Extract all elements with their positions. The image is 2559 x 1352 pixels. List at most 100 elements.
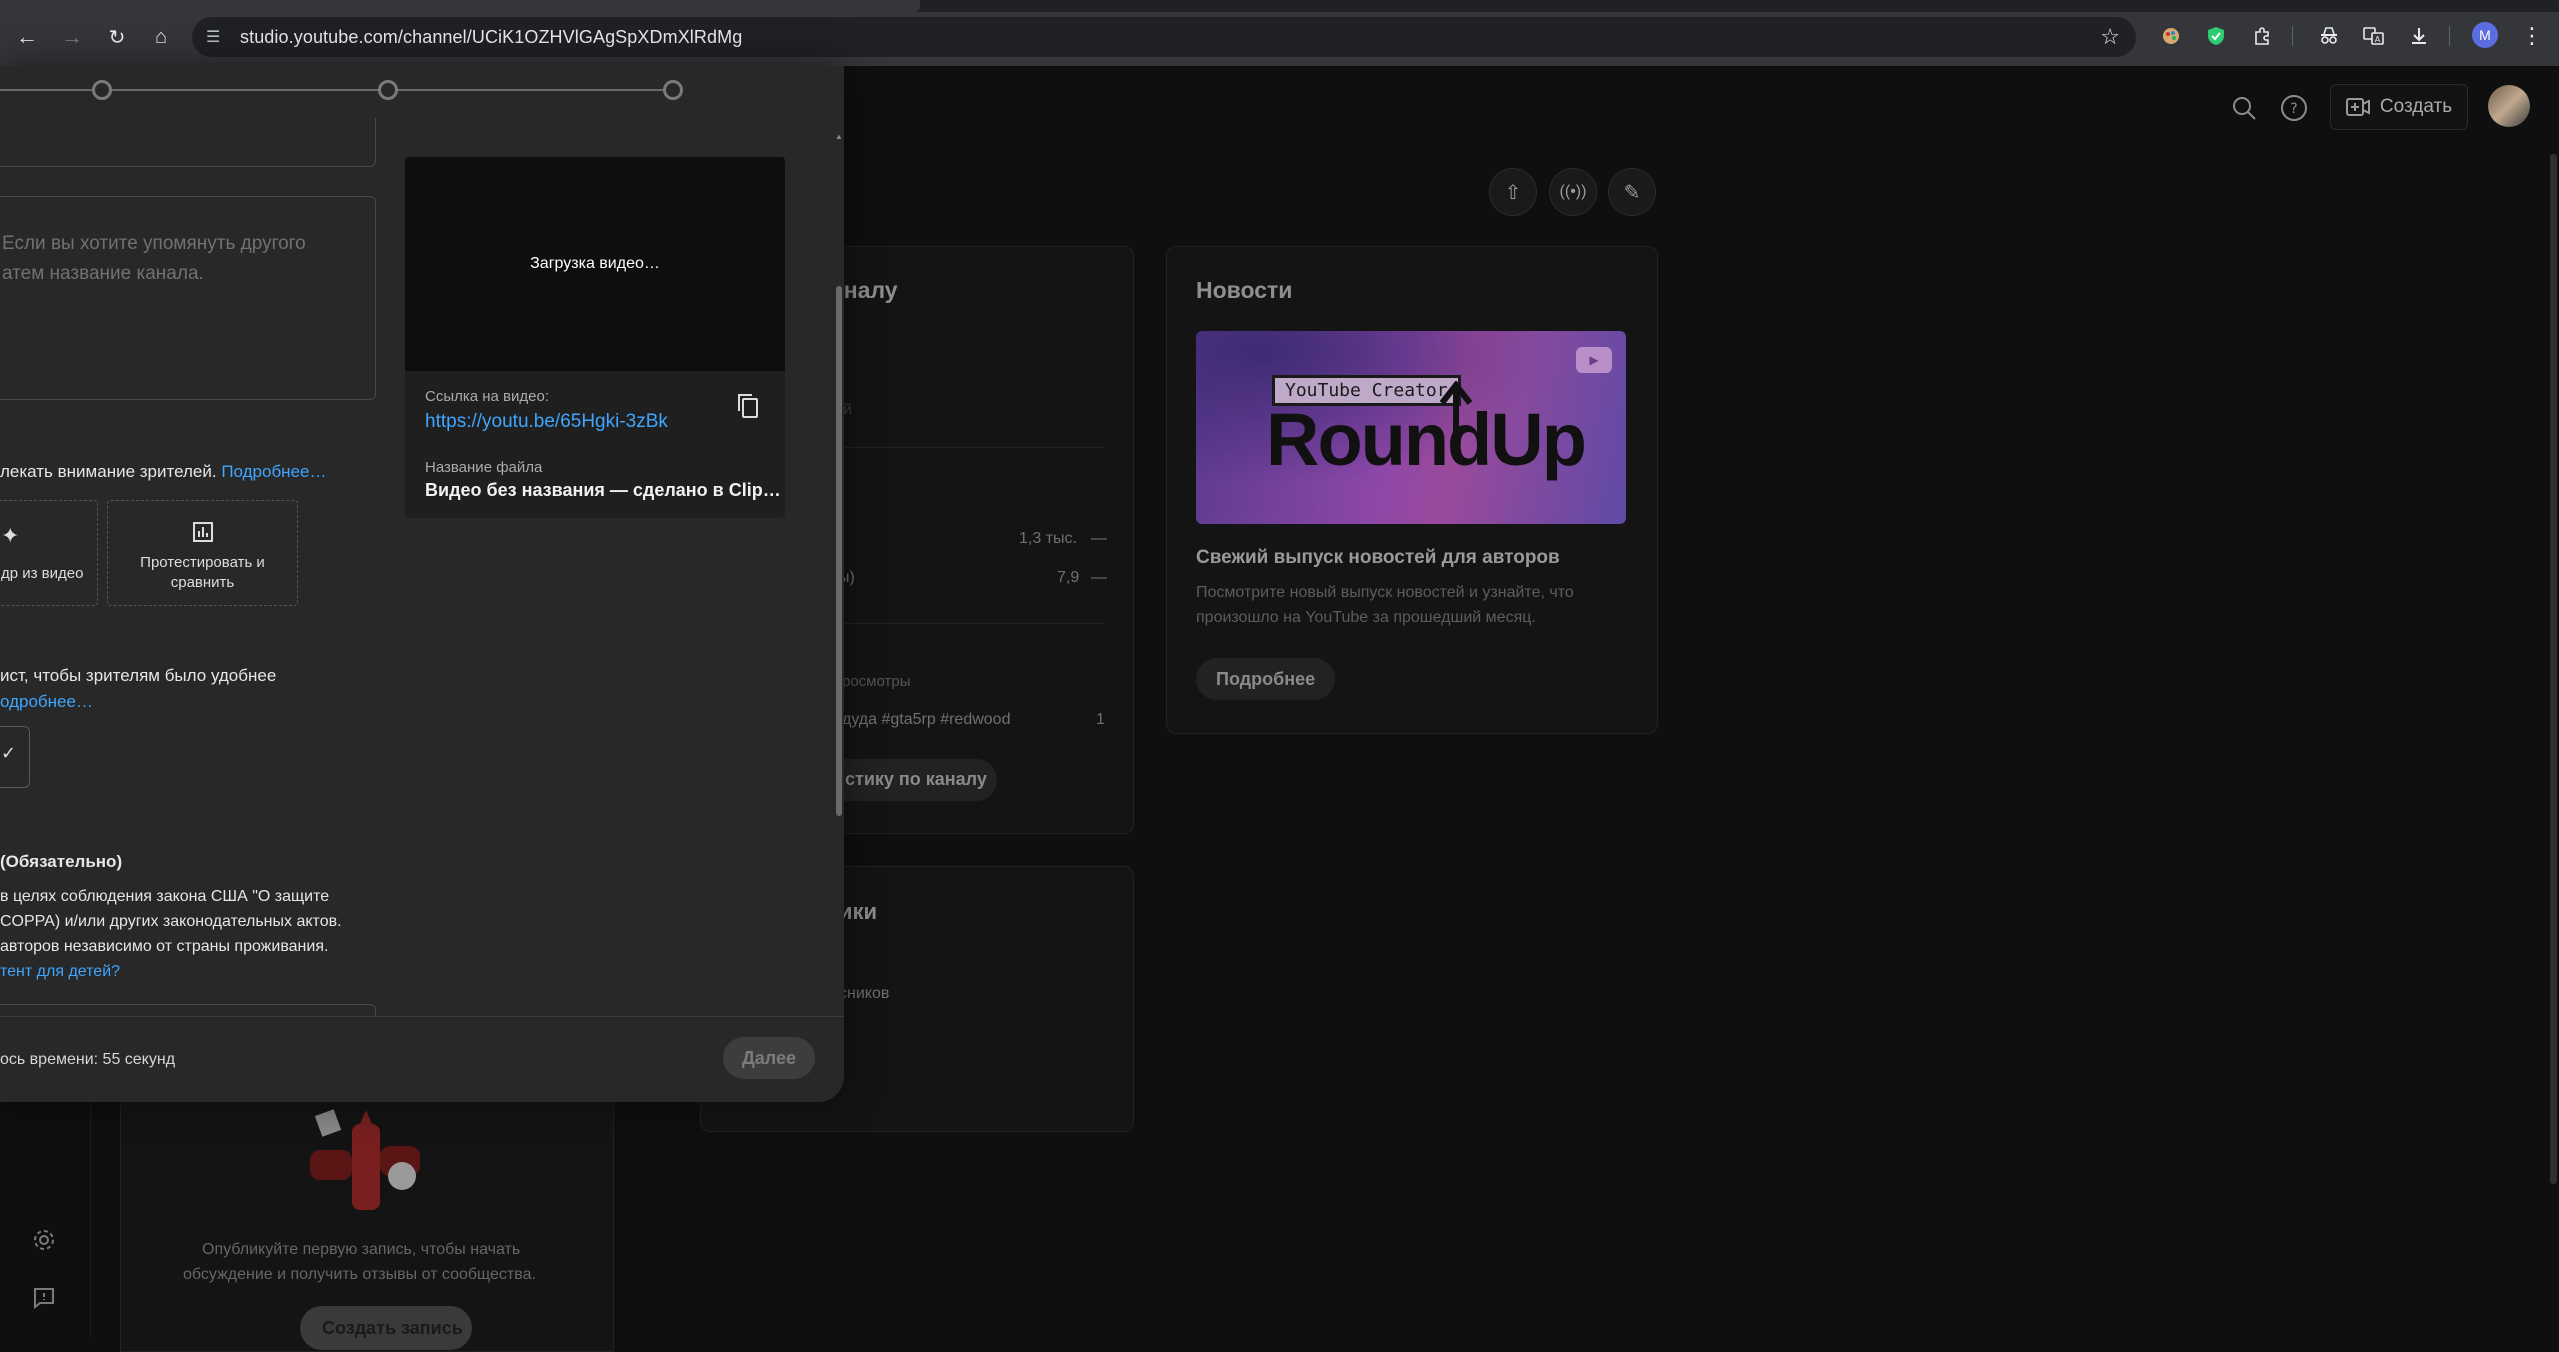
video-loading-text: Загрузка видео… [530, 255, 660, 272]
thumbnail-option-test-label-line2: сравнить [170, 574, 235, 591]
youtube-play-icon: ▶ [1576, 347, 1612, 373]
filename-value: Видео без названия — сделано в Clip… [425, 480, 781, 500]
dialog-scrollbar-thumb[interactable] [836, 286, 842, 816]
extension-palette-icon[interactable] [2156, 21, 2186, 51]
browser-toolbar: ← → ↻ ⌂ ☰ studio.youtube.com/channel/UCi… [0, 0, 2559, 66]
top-video-views: 1 [1096, 711, 1105, 728]
title-field[interactable] [0, 118, 376, 167]
playlist-learn-more-link[interactable]: одробнее… [0, 692, 93, 712]
description-placeholder-line1: Если вы хотите упомянуть другого [2, 233, 306, 254]
create-post-label: Создать запись [322, 1318, 463, 1338]
svg-text:?: ? [2290, 101, 2297, 117]
incognito-icon[interactable] [2314, 21, 2344, 51]
audience-text-line2: COPPA) и/или других законодательных акто… [0, 913, 342, 930]
made-for-kids-link[interactable]: тент для детей? [0, 963, 120, 981]
scroll-up-arrow-icon[interactable]: ▲ [835, 132, 843, 141]
stepper-step[interactable] [663, 80, 683, 100]
stat-change: — [1091, 569, 1107, 586]
video-preview-panel: Загрузка видео… Ссылка на видео: https:/… [405, 157, 785, 518]
playlist-hint: ист, чтобы зрителям было удобнее [0, 666, 277, 685]
url-text: studio.youtube.com/channel/UCiK1OZHVlGAg… [240, 27, 743, 47]
upload-stepper [0, 66, 844, 126]
top-videos-label: росмотры [842, 673, 911, 690]
toolbar-separator [2292, 26, 2293, 46]
description-field[interactable] [0, 196, 376, 400]
video-player[interactable]: Загрузка видео… [405, 157, 785, 371]
page-scrollbar-thumb[interactable] [2550, 154, 2557, 1184]
address-bar[interactable]: ☰ studio.youtube.com/channel/UCiK1OZHVlG… [192, 17, 2136, 57]
browser-menu-icon[interactable]: ⋮ [2517, 21, 2547, 51]
site-settings-icon[interactable]: ☰ [206, 27, 226, 47]
filename-label: Название файла [425, 459, 543, 476]
create-post-icon[interactable]: ✎ [1608, 168, 1656, 216]
back-icon[interactable]: ← [10, 20, 44, 54]
thumbnail-option-auto[interactable]: ✦ др из видео [0, 500, 98, 606]
banner-roundup-text: RoundUp [1266, 398, 1587, 481]
test-compare-icon [193, 522, 213, 542]
audience-text-line3: авторов независимо от страны проживания. [0, 938, 329, 955]
stepper-step[interactable] [378, 80, 398, 100]
audience-text-line1: в целях соблюдения закона США "О защите [0, 888, 330, 905]
recent-subscribers-title: ики [839, 899, 878, 924]
description-placeholder-line2: атем название канала. [2, 263, 204, 284]
upload-details-dialog: Если вы хотите упомянуть другого атем на… [0, 66, 844, 1102]
news-title: Новости [1196, 277, 1293, 303]
community-empty-message-line1: Опубликуйте первую запись, чтобы начать [202, 1241, 521, 1258]
dialog-footer: ось времени: 55 секунд [0, 1016, 844, 1102]
create-button[interactable]: Создать [2330, 84, 2468, 130]
home-icon[interactable]: ⌂ [144, 20, 178, 54]
stat-value: 7,9 [1057, 569, 1080, 586]
translate-icon[interactable]: A [2359, 21, 2389, 51]
video-link[interactable]: https://youtu.be/65Hgki-3zBk [425, 411, 668, 433]
news-headline: Свежий выпуск новостей для авторов [1196, 547, 1560, 568]
news-more-button[interactable]: Подробнее [1196, 658, 1336, 700]
go-to-analytics-label: стику по каналу [845, 769, 987, 789]
extensions-puzzle-icon[interactable] [2247, 21, 2277, 51]
audience-section-title: (Обязательно) [0, 852, 123, 871]
playlist-select-chevron-icon: ✓ [1, 743, 17, 763]
help-icon[interactable]: ? [2274, 88, 2314, 128]
bookmark-star-icon[interactable]: ☆ [2100, 24, 2120, 50]
news-banner-image[interactable]: YouTube Creator RoundUp ▶ [1196, 331, 1626, 524]
stat-value: 1,3 тыс. [1019, 530, 1077, 547]
auto-thumbnail-icon: ✦ [1, 523, 20, 548]
create-video-icon [2345, 98, 2370, 116]
stepper-step[interactable] [92, 80, 112, 100]
account-avatar[interactable] [2488, 85, 2530, 127]
toolbar-separator [2449, 26, 2450, 46]
thumbnail-option-auto-label: др из видео [1, 565, 84, 582]
reload-icon[interactable]: ↻ [100, 20, 134, 54]
svg-text:A: A [2375, 35, 2381, 44]
send-feedback-icon[interactable] [24, 1278, 64, 1318]
browser-profile-avatar[interactable]: M [2472, 22, 2498, 48]
playlist-select[interactable]: ✓ [0, 726, 30, 788]
go-live-icon[interactable]: ((•)) [1549, 168, 1597, 216]
news-description: Посмотрите новый выпуск новостей и узнай… [1196, 584, 1574, 626]
community-illustration [310, 1109, 420, 1210]
stat-change: — [1091, 530, 1107, 547]
copy-icon[interactable] [737, 393, 763, 421]
search-icon[interactable] [2224, 88, 2264, 128]
recent-subscribers-subtitle: сников [839, 985, 890, 1002]
next-button[interactable]: Далее [723, 1037, 815, 1079]
thumbnail-option-test-compare[interactable]: Протестировать и сравнить [107, 500, 298, 606]
create-post-button[interactable]: Создать запись [300, 1306, 472, 1350]
video-link-label: Ссылка на видео: [425, 388, 550, 405]
extension-shield-icon[interactable] [2201, 21, 2231, 51]
tab-strip [0, 0, 2559, 12]
community-empty-message-line2: обсуждение и получить отзывы от сообщест… [183, 1266, 536, 1283]
page-scrollbar[interactable] [2548, 154, 2559, 1339]
banner-arrow-icon [1439, 381, 1473, 449]
create-button-label: Создать [2379, 96, 2453, 117]
forward-icon[interactable]: → [55, 20, 89, 54]
dialog-scrollbar[interactable]: ▲ ▼ [835, 126, 843, 1082]
upload-status-text: ось времени: 55 секунд [0, 1051, 176, 1068]
thumbnail-hint: лекать внимание зрителей. [0, 462, 217, 481]
top-video-title: дуда #gta5rp #redwood [842, 711, 1011, 728]
upload-icon[interactable]: ⇧ [1489, 168, 1537, 216]
thumbnail-option-test-label-line1: Протестировать и [140, 554, 265, 571]
download-icon[interactable] [2404, 21, 2434, 51]
thumbnail-learn-more-link[interactable]: Подробнее… [221, 462, 326, 481]
active-tab[interactable] [0, 0, 920, 12]
settings-gear-icon[interactable] [24, 1220, 64, 1260]
